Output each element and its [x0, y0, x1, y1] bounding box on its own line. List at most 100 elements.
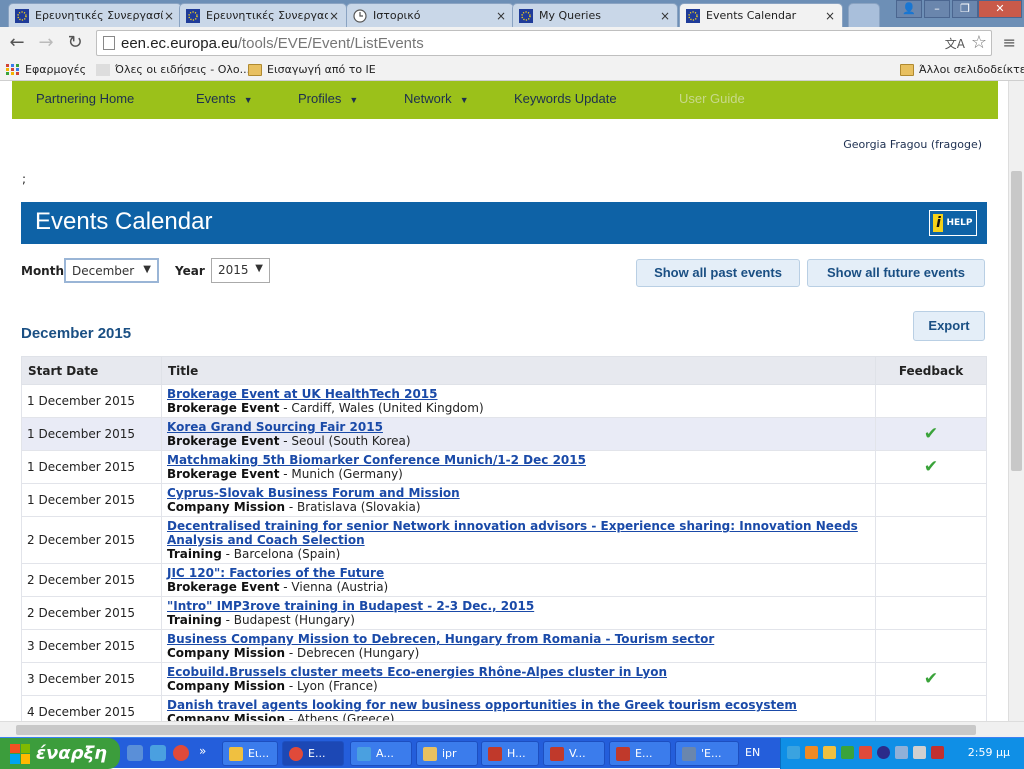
event-location: - Lyon (France): [285, 679, 378, 693]
document-icon: [488, 746, 502, 761]
tray-app-icon[interactable]: [859, 746, 872, 759]
scrollbar-thumb[interactable]: [1011, 171, 1022, 471]
event-title-link[interactable]: Decentralised training for senior Networ…: [167, 519, 870, 547]
taskbar-item-doc-2[interactable]: V...: [543, 741, 605, 766]
event-title-link[interactable]: Cyprus-Slovak Business Forum and Mission: [167, 486, 870, 500]
minimize-icon[interactable]: –: [924, 0, 950, 18]
taskbar-item-doc-1[interactable]: H...: [481, 741, 539, 766]
event-date: 2 December 2015: [21, 516, 162, 564]
taskbar-item-folder[interactable]: ipr: [416, 741, 478, 766]
news-site-icon: [96, 63, 110, 76]
eu-flag-icon: [186, 8, 200, 23]
event-cell: Danish travel agents looking for new bus…: [161, 695, 876, 721]
nav-profiles[interactable]: Profiles ▼: [298, 91, 358, 106]
tray-app-icon[interactable]: [823, 746, 836, 759]
nav-keywords-update[interactable]: Keywords Update: [514, 91, 617, 106]
ie-icon[interactable]: [150, 745, 166, 761]
feedback-cell: [875, 483, 987, 517]
close-icon[interactable]: ×: [163, 9, 175, 23]
event-title-link[interactable]: Danish travel agents looking for new bus…: [167, 698, 870, 712]
taskbar-item-doc-4[interactable]: 'E...: [675, 741, 739, 766]
tray-app-icon[interactable]: [841, 746, 854, 759]
event-title-link[interactable]: JIC 120": Factories of the Future: [167, 566, 870, 580]
show-past-events-button[interactable]: Show all past events: [636, 259, 800, 287]
info-icon: i: [933, 214, 944, 232]
export-button[interactable]: Export: [913, 311, 985, 341]
quicklaunch-overflow-icon[interactable]: »: [199, 744, 206, 758]
reload-icon[interactable]: ↻: [64, 32, 86, 54]
horizontal-scrollbar[interactable]: [0, 721, 1024, 737]
year-value: 2015: [218, 263, 249, 277]
user-icon[interactable]: 👤: [896, 0, 922, 18]
month-select[interactable]: December ▼: [64, 258, 159, 283]
close-icon[interactable]: ×: [824, 9, 836, 23]
event-location: - Debrecen (Hungary): [285, 646, 420, 660]
event-date: 3 December 2015: [21, 629, 162, 663]
browser-tab-4[interactable]: My Queries ×: [512, 3, 678, 27]
browser-tab-1[interactable]: Ερευνητικές Συνεργασίε ×: [8, 3, 182, 27]
taskbar-item-chrome[interactable]: E...: [282, 741, 344, 766]
chrome-icon: [289, 746, 303, 761]
column-header-title[interactable]: Title: [161, 356, 876, 385]
taskbar-item-ie[interactable]: A...: [350, 741, 412, 766]
task-label: 'E...: [701, 747, 722, 760]
new-tab-button[interactable]: [848, 3, 880, 27]
translate-icon[interactable]: 文A: [945, 35, 965, 52]
event-title-link[interactable]: Korea Grand Sourcing Fair 2015: [167, 420, 870, 434]
bookmark-ie-import[interactable]: Εισαγωγή από το IE: [248, 63, 376, 76]
event-title-link[interactable]: Ecobuild.Brussels cluster meets Eco-ener…: [167, 665, 870, 679]
bookmark-other[interactable]: Άλλοι σελιδοδείκτες: [900, 63, 1024, 76]
nav-events[interactable]: Events ▼: [196, 91, 253, 106]
bookmark-star-icon[interactable]: ☆: [971, 32, 987, 53]
help-button[interactable]: i HELP: [929, 210, 977, 236]
language-indicator[interactable]: EN: [745, 746, 760, 759]
bookmark-news[interactable]: Όλες οι ειδήσεις - Ολο...: [96, 63, 250, 76]
volume-icon[interactable]: [913, 746, 926, 759]
stray-text: ;: [22, 172, 27, 186]
event-title-link[interactable]: Business Company Mission to Debrecen, Hu…: [167, 632, 870, 646]
apps-grid-icon: [6, 63, 20, 76]
chrome-icon[interactable]: [173, 745, 189, 761]
close-icon[interactable]: ×: [495, 9, 507, 23]
year-select[interactable]: 2015 ▼: [211, 258, 270, 283]
event-category: Company Mission: [167, 500, 286, 514]
event-title-link[interactable]: Matchmaking 5th Biomarker Conference Mun…: [167, 453, 870, 467]
taskbar-item-doc-3[interactable]: E...: [609, 741, 671, 766]
address-bar[interactable]: een.ec.europa.eu/tools/EVE/Event/ListEve…: [96, 30, 992, 56]
bookmark-apps[interactable]: Εφαρμογές: [6, 63, 86, 76]
nav-partnering-home[interactable]: Partnering Home: [36, 91, 134, 106]
show-desktop-icon[interactable]: [127, 745, 143, 761]
event-title-link[interactable]: Brokerage Event at UK HealthTech 2015: [167, 387, 870, 401]
event-cell: Cyprus-Slovak Business Forum and Mission…: [161, 483, 876, 517]
browser-tab-5[interactable]: Events Calendar ×: [679, 3, 843, 27]
event-title-link[interactable]: "Intro" IMP3rove training in Budapest - …: [167, 599, 870, 613]
tray-app-icon[interactable]: [895, 746, 908, 759]
network-icon[interactable]: [787, 746, 800, 759]
browser-tab-3[interactable]: Ιστορικό ×: [346, 3, 514, 27]
window-close-icon[interactable]: ✕: [978, 0, 1022, 18]
browser-tab-strip: Ερευνητικές Συνεργασίε × Ερευνητικές Συν…: [0, 0, 1024, 27]
hamburger-menu-icon[interactable]: ≡: [1003, 33, 1016, 52]
back-arrow-icon[interactable]: ←: [6, 32, 28, 54]
antivirus-shield-icon[interactable]: [931, 746, 944, 759]
event-cell: Matchmaking 5th Biomarker Conference Mun…: [161, 450, 876, 484]
scrollbar-thumb[interactable]: [16, 725, 976, 735]
tray-app-icon[interactable]: [805, 746, 818, 759]
tray-app-icon[interactable]: [877, 746, 890, 759]
chevron-down-icon: ▼: [243, 95, 253, 105]
column-header-start-date[interactable]: Start Date: [21, 356, 162, 385]
table-row: 2 December 2015 "Intro" IMP3rove trainin…: [21, 596, 987, 630]
taskbar-item-mail[interactable]: Ει...: [222, 741, 278, 766]
event-location: - Vienna (Austria): [279, 580, 389, 594]
close-icon[interactable]: ×: [328, 9, 340, 23]
folder-icon: [900, 63, 914, 76]
restore-icon[interactable]: ❐: [952, 0, 978, 18]
nav-network[interactable]: Network ▼: [404, 91, 469, 106]
vertical-scrollbar[interactable]: [1008, 81, 1024, 721]
table-row: 1 December 2015 Cyprus-Slovak Business F…: [21, 483, 987, 517]
show-future-events-button[interactable]: Show all future events: [807, 259, 985, 287]
browser-tab-2[interactable]: Ερευνητικές Συνεργασίε ×: [179, 3, 347, 27]
start-button[interactable]: έναρξη: [0, 738, 120, 769]
forward-arrow-icon[interactable]: →: [35, 32, 57, 54]
close-icon[interactable]: ×: [659, 9, 671, 23]
